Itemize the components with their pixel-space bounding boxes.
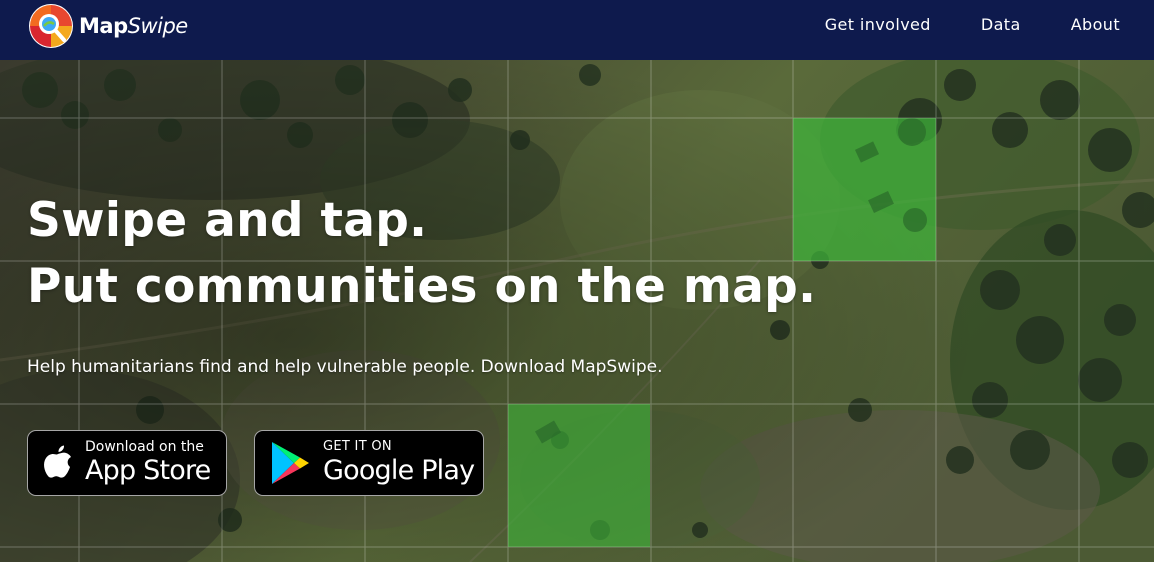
top-navbar: MapSwipe Get involved Data About — [0, 0, 1154, 60]
nav-link-data[interactable]: Data — [981, 15, 1021, 34]
nav-link-about[interactable]: About — [1071, 15, 1120, 34]
google-play-button[interactable]: GET IT ON Google Play — [254, 430, 484, 496]
main-nav: Get involved Data About — [775, 0, 1120, 48]
apple-icon — [44, 445, 71, 478]
google-play-button-text: GET IT ON Google Play — [323, 439, 475, 487]
app-store-small-label: Download on the — [85, 439, 204, 455]
brand-name-map: Map — [79, 14, 128, 38]
google-play-big-label: Google Play — [323, 455, 475, 486]
brand-logo-link[interactable]: MapSwipe — [28, 3, 188, 49]
hero-headline-line-2: Put communities on the map. — [27, 259, 817, 314]
app-store-button[interactable]: Download on the App Store — [27, 430, 227, 496]
google-play-icon — [272, 442, 309, 484]
brand-name-swipe: Swipe — [127, 14, 189, 38]
google-play-small-label: GET IT ON — [323, 439, 392, 454]
nav-link-get-involved[interactable]: Get involved — [825, 15, 931, 34]
mapswipe-logo-icon — [29, 4, 73, 48]
hero-headline-line-1: Swipe and tap. — [27, 193, 428, 248]
hero-section: Swipe and tap. Put communities on the ma… — [0, 60, 1154, 562]
app-store-big-label: App Store — [85, 455, 211, 486]
brand-name: MapSwipe — [79, 14, 188, 38]
hero-subtitle: Help humanitarians find and help vulnera… — [27, 357, 663, 377]
app-store-button-text: Download on the App Store — [85, 439, 211, 487]
